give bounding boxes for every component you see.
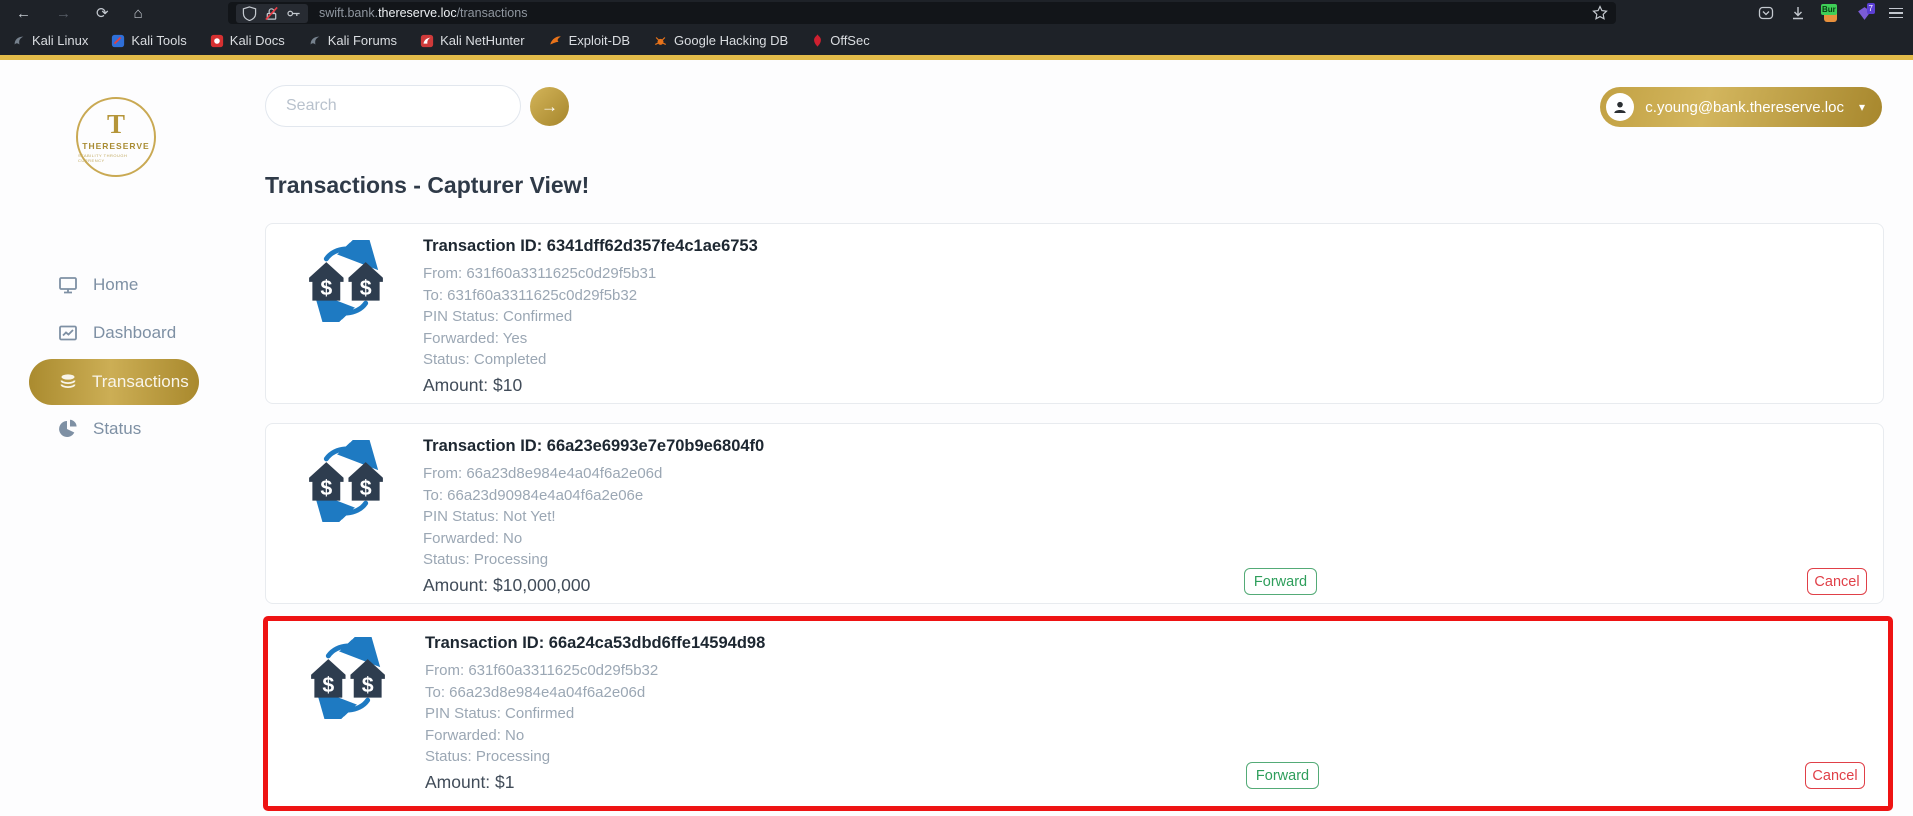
page-content: T THERESERVE STABILITY THROUGH CURRENCY … [0,60,1913,816]
foxyproxy-badge: 7 [1867,3,1875,14]
menu-icon[interactable] [1889,8,1903,19]
svg-text:$: $ [320,476,332,500]
logo-tagline: STABILITY THROUGH CURRENCY [78,153,154,163]
kali-tools-icon [111,34,125,48]
url-bar[interactable]: swift.bank.thereserve.loc/transactions [228,2,1616,24]
transaction-to: To: 66a23d90984e4a04f6a2e06e [423,485,764,507]
key-icon[interactable] [286,6,302,21]
forward-button[interactable]: Forward [1246,762,1319,789]
transaction-pin-status: PIN Status: Not Yet! [423,506,764,528]
sidebar-item-transactions[interactable]: Transactions [29,359,199,405]
bookmark-kali-nethunter[interactable]: Kali NetHunter [420,33,525,48]
cancel-button[interactable]: Cancel [1805,762,1865,789]
forward-button[interactable]: Forward [1244,568,1317,595]
search-input[interactable] [265,85,521,127]
sidebar-item-label: Transactions [92,372,189,392]
transaction-to: To: 631f60a3311625c0d29f5b32 [423,285,758,307]
bookmark-exploit-db[interactable]: Exploit-DB [548,33,630,48]
money-transfer-icon: $ $ [305,240,387,322]
svg-text:$: $ [360,276,372,300]
download-icon[interactable] [1790,5,1806,21]
chevron-down-icon: ▾ [1859,100,1865,114]
chart-line-icon [57,322,79,344]
shield-icon[interactable] [242,6,257,21]
transaction-status: Status: Completed [423,349,758,371]
bookmark-google-hacking-db[interactable]: Google Hacking DB [653,33,788,48]
foxyproxy-extension-icon[interactable]: 7 [1856,5,1873,22]
svg-text:$: $ [360,476,372,500]
bookmark-kali-linux[interactable]: Kali Linux [12,33,88,48]
transaction-card: $ $ Transaction ID: 6341dff62d357fe4c1ae… [265,223,1884,404]
coins-icon [57,371,79,393]
browser-toolbar: ← → ⟳ ⌂ swift.bank.thereserve.loc/transa… [0,0,1913,26]
sidebar-item-home[interactable]: Home [0,265,265,305]
cancel-button[interactable]: Cancel [1807,568,1867,595]
transaction-id: Transaction ID: 66a24ca53dbd6ffe14594d98 [425,634,765,653]
thereserve-logo: T THERESERVE STABILITY THROUGH CURRENCY [76,97,156,177]
exploit-db-icon [548,34,563,48]
transaction-id: Transaction ID: 6341dff62d357fe4c1ae6753 [423,237,758,256]
monitor-icon [57,274,79,296]
kali-dragon-icon [308,34,322,48]
sidebar-item-status[interactable]: Status [0,409,265,449]
transaction-status: Status: Processing [423,549,764,571]
sidebar-item-label: Dashboard [93,323,176,343]
burp-badge: Bur [1821,4,1837,15]
logo-letter: T [107,111,125,138]
svg-text:$: $ [362,673,374,697]
sidebar-item-label: Home [93,275,138,295]
transaction-to: To: 66a23d8e984e4a04f6a2e06d [425,682,765,704]
reload-icon[interactable]: ⟳ [96,6,109,21]
bookmark-kali-tools[interactable]: Kali Tools [111,33,186,48]
svg-text:$: $ [320,276,332,300]
avatar [1606,93,1634,121]
permissions-chiclet[interactable] [236,4,308,23]
bookmark-star-icon[interactable] [1592,5,1608,21]
page-title: Transactions - Capturer View! [265,172,589,199]
transaction-card-highlighted: $ $ Transaction ID: 66a24ca53dbd6ffe1459… [263,616,1893,811]
google-hacking-db-icon [653,34,668,48]
person-icon [1612,99,1628,115]
sidebar-item-dashboard[interactable]: Dashboard [0,313,265,353]
offsec-icon [811,33,824,48]
transaction-card: $ $ Transaction ID: 66a23e6993e7e70b9e68… [265,423,1884,604]
bookmark-kali-docs[interactable]: Kali Docs [210,33,285,48]
money-transfer-icon: $ $ [305,440,387,522]
transaction-amount: Amount: $10,000,000 [423,575,764,596]
forward-icon[interactable]: → [56,6,71,21]
transaction-pin-status: PIN Status: Confirmed [423,306,758,328]
bookmarks-bar: Kali Linux Kali Tools Kali Docs Kali For… [0,26,1913,55]
transaction-from: From: 631f60a3311625c0d29f5b31 [423,263,758,285]
search-button[interactable]: → [530,87,569,126]
transaction-status: Status: Processing [425,746,765,768]
user-menu[interactable]: c.young@bank.thereserve.loc ▾ [1600,87,1882,127]
transaction-from: From: 66a23d8e984e4a04f6a2e06d [423,463,764,485]
transaction-amount: Amount: $10 [423,375,758,396]
transaction-forwarded: Forwarded: No [423,528,764,550]
user-email: c.young@bank.thereserve.loc [1645,99,1844,116]
transaction-from: From: 631f60a3311625c0d29f5b32 [425,660,765,682]
transaction-forwarded: Forwarded: No [425,725,765,747]
svg-text:$: $ [322,673,334,697]
transaction-amount: Amount: $1 [425,772,765,793]
bookmark-offsec[interactable]: OffSec [811,33,870,48]
back-icon[interactable]: ← [16,6,31,21]
insecure-lock-icon[interactable] [264,6,279,21]
transaction-pin-status: PIN Status: Confirmed [425,703,765,725]
bookmark-kali-forums[interactable]: Kali Forums [308,33,397,48]
transaction-forwarded: Forwarded: Yes [423,328,758,350]
logo-name: THERESERVE [82,141,149,151]
home-icon[interactable]: ⌂ [134,6,143,21]
arrow-right-icon: → [541,97,558,117]
pie-chart-icon [57,418,79,440]
sidebar-item-label: Status [93,419,141,439]
url-text: swift.bank.thereserve.loc/transactions [319,6,527,20]
kali-nethunter-icon [420,34,434,48]
kali-docs-icon [210,34,224,48]
transaction-id: Transaction ID: 66a23e6993e7e70b9e6804f0 [423,437,764,456]
kali-dragon-icon [12,34,26,48]
burp-extension-icon[interactable]: Bur [1822,5,1840,22]
pocket-icon[interactable] [1758,5,1774,21]
money-transfer-icon: $ $ [307,637,389,719]
